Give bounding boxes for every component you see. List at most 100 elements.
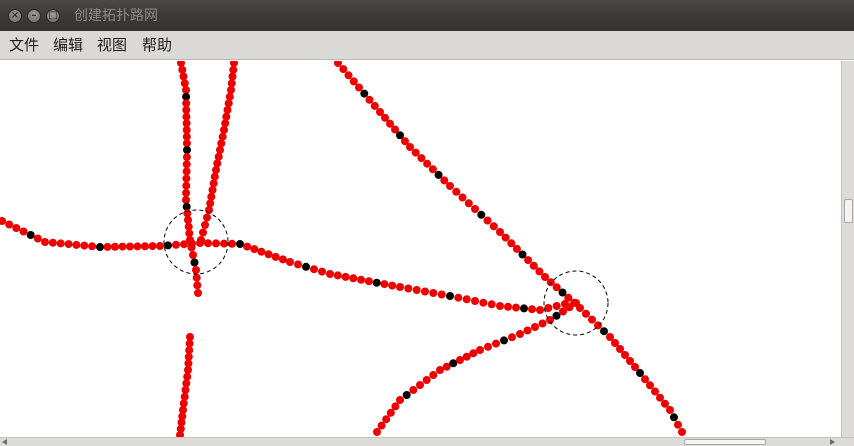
menu-edit[interactable]: 编辑 xyxy=(53,36,83,55)
track-point xyxy=(228,72,237,81)
track-point xyxy=(286,258,294,266)
menu-help[interactable]: 帮助 xyxy=(142,36,172,55)
track-point xyxy=(196,239,204,247)
track-point xyxy=(118,242,127,251)
track-point xyxy=(203,213,211,222)
minimize-icon: – xyxy=(31,10,37,21)
track-point xyxy=(479,298,488,307)
track-point xyxy=(501,233,510,242)
track-point xyxy=(391,402,400,411)
track-point xyxy=(429,371,438,379)
track-point xyxy=(452,187,461,196)
track-node-point xyxy=(402,391,411,399)
track-point xyxy=(464,199,473,208)
track-point xyxy=(208,186,217,194)
track-left-vertical xyxy=(177,61,202,297)
track-point xyxy=(294,260,302,269)
track-point xyxy=(588,315,596,324)
track-point xyxy=(388,281,397,290)
track-point xyxy=(370,101,379,110)
track-point xyxy=(220,239,228,248)
track-point xyxy=(417,154,426,163)
track-point xyxy=(33,234,42,243)
track-point xyxy=(404,284,413,293)
track-point xyxy=(188,239,196,248)
track-point xyxy=(483,216,492,225)
track-point xyxy=(72,240,81,249)
track-point xyxy=(416,381,424,389)
track-point xyxy=(41,238,49,246)
track-point xyxy=(678,428,686,436)
track-point xyxy=(344,71,353,80)
track-point xyxy=(179,72,188,81)
track-point xyxy=(180,240,188,249)
track-point xyxy=(377,421,386,430)
track-right-diagonal xyxy=(197,61,238,244)
track-point xyxy=(220,126,228,134)
track-point xyxy=(56,239,65,248)
vertical-scrollbar[interactable] xyxy=(841,61,854,437)
title-bar[interactable]: × – □ 创建拓扑路网 xyxy=(0,0,854,31)
track-node-point xyxy=(670,413,678,422)
track-node-point xyxy=(446,292,454,300)
track-point xyxy=(496,302,504,310)
track-point xyxy=(48,238,57,247)
track-point xyxy=(172,240,180,249)
horizontal-scrollbar[interactable] xyxy=(0,437,854,446)
track-point xyxy=(446,182,454,190)
track-point xyxy=(512,303,520,312)
track-point xyxy=(355,83,363,92)
track-point xyxy=(243,242,252,251)
track-point xyxy=(396,396,404,404)
road-network-canvas[interactable] xyxy=(0,61,841,437)
track-point xyxy=(396,283,404,291)
track-point xyxy=(382,415,391,424)
track-point xyxy=(365,95,374,104)
track-point xyxy=(523,326,532,335)
vertical-scroll-thumb[interactable] xyxy=(844,199,853,223)
track-point xyxy=(458,193,467,202)
track-point xyxy=(462,295,471,304)
track-point xyxy=(504,302,512,311)
app-window: × – □ 创建拓扑路网 文件 编辑 视图 帮助 xyxy=(0,0,854,446)
track-point xyxy=(471,205,479,213)
track-point xyxy=(212,239,220,248)
track-point xyxy=(189,251,197,259)
track-point xyxy=(364,277,373,286)
track-point xyxy=(192,273,201,282)
track-point xyxy=(406,143,414,151)
horizontal-scroll-thumb[interactable] xyxy=(684,439,766,445)
track-point xyxy=(651,387,659,396)
track-point xyxy=(349,77,358,86)
road-network-drawing xyxy=(0,61,686,437)
track-point xyxy=(471,297,479,305)
track-point xyxy=(178,65,187,74)
scroll-left-icon[interactable] xyxy=(2,439,7,445)
close-icon: × xyxy=(10,10,20,21)
window-title: 创建拓扑路网 xyxy=(74,8,158,24)
menu-file[interactable]: 文件 xyxy=(9,36,39,55)
track-point xyxy=(341,272,350,281)
track-point xyxy=(216,146,224,154)
minimize-button[interactable]: – xyxy=(27,9,41,23)
track-point xyxy=(310,265,318,274)
track-point xyxy=(133,242,142,251)
track-point xyxy=(227,86,235,94)
maximize-button[interactable]: □ xyxy=(46,9,60,23)
track-point xyxy=(412,286,421,294)
track-point xyxy=(126,242,134,251)
track-node-point xyxy=(600,327,608,336)
track-point xyxy=(440,176,449,185)
track-point xyxy=(228,239,236,248)
menu-view[interactable]: 视图 xyxy=(97,36,127,55)
track-point xyxy=(528,305,536,314)
track-point xyxy=(437,290,446,299)
track-point xyxy=(257,247,266,256)
track-point xyxy=(148,242,157,251)
scroll-right-icon[interactable] xyxy=(830,439,835,445)
close-button[interactable]: × xyxy=(8,9,22,23)
track-point xyxy=(531,323,539,331)
track-point xyxy=(278,255,287,264)
track-point xyxy=(0,217,6,225)
track-point xyxy=(357,275,366,284)
